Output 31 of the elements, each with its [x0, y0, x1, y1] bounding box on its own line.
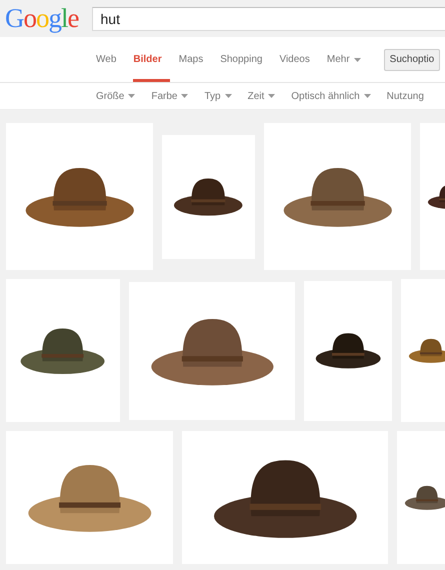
caret-icon: [224, 94, 232, 98]
filter-menu[interactable]: Farbe: [151, 90, 188, 102]
nav-tab[interactable]: Maps: [178, 37, 212, 82]
photo-placeholder[interactable]: [264, 123, 411, 270]
photo-placeholder[interactable]: [6, 279, 120, 422]
filter-menu[interactable]: Zeit: [248, 90, 276, 102]
nav-tab[interactable]: Mehr: [326, 37, 369, 82]
hat-drawing: [403, 483, 445, 512]
nav-tab[interactable]: Web: [96, 37, 124, 82]
photo-placeholder[interactable]: [182, 431, 388, 564]
filter-menu[interactable]: Typ: [204, 90, 232, 102]
filter-menu[interactable]: Größe: [96, 90, 136, 102]
search-field[interactable]: hut: [92, 6, 445, 30]
caret-icon: [354, 58, 361, 62]
photo-placeholder[interactable]: [304, 280, 392, 420]
google-logo[interactable]: Google: [5, 5, 78, 32]
caret-icon: [128, 94, 136, 98]
photo-placeholder[interactable]: [129, 282, 295, 420]
nav-tab[interactable]: Videos: [279, 37, 318, 82]
caret-icon: [181, 94, 188, 98]
photo-placeholder[interactable]: [401, 279, 445, 422]
search-options-button[interactable]: Suchoptio: [384, 48, 440, 70]
filter-menu[interactable]: Optisch ähnlich: [291, 90, 371, 102]
hat-drawing: [407, 336, 445, 365]
caret-icon: [364, 94, 371, 98]
photo-placeholder[interactable]: [397, 431, 445, 564]
caret-icon: [268, 94, 276, 98]
photo-placeholder[interactable]: [6, 123, 153, 270]
photo-placeholder[interactable]: [162, 134, 255, 258]
nav-tab[interactable]: Shopping: [220, 37, 270, 82]
filter-menu[interactable]: Nutzung: [386, 90, 424, 102]
